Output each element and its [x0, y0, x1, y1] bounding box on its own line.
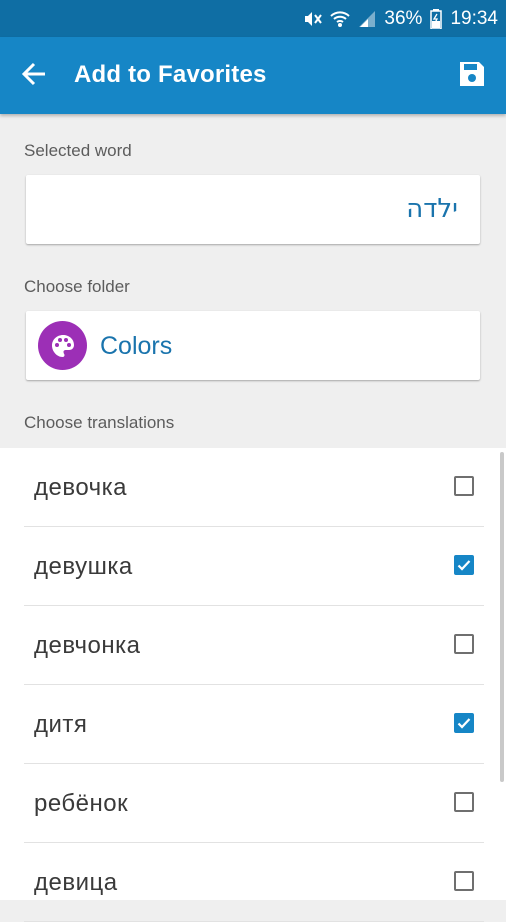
page-title: Add to Favorites [74, 61, 267, 88]
list-item[interactable]: девчонка [24, 606, 484, 685]
choose-folder-label: Choose folder [24, 277, 130, 296]
translation-checkbox[interactable] [454, 871, 474, 891]
list-item[interactable]: девушка [24, 527, 484, 606]
translation-text: дитя [34, 711, 88, 738]
translation-checkbox[interactable] [454, 634, 474, 654]
save-icon [459, 61, 485, 92]
folder-selector[interactable]: Colors [26, 311, 480, 380]
checkmark-icon [457, 718, 471, 729]
translation-checkbox[interactable] [454, 476, 474, 496]
signal-icon [358, 10, 376, 28]
translation-checkbox[interactable] [454, 555, 474, 575]
folder-name: Colors [100, 332, 173, 360]
selected-word-value: ילדה [406, 194, 458, 224]
battery-icon [430, 8, 443, 29]
translation-text: девица [34, 869, 118, 896]
wifi-icon [330, 9, 351, 29]
translation-text: девочка [34, 474, 128, 501]
translation-text: девушка [34, 553, 133, 580]
checkmark-icon [457, 560, 471, 571]
list-item[interactable]: дитя [24, 685, 484, 764]
translation-checkbox[interactable] [454, 713, 474, 733]
list-item[interactable]: девица [24, 843, 484, 922]
back-button[interactable] [16, 60, 52, 92]
battery-percent: 36% [384, 7, 423, 29]
translations-list: девочка девушка девчонка дитя ребёнок де… [0, 448, 506, 922]
scrollbar[interactable] [500, 452, 504, 782]
app-bar: Add to Favorites [0, 37, 506, 114]
translation-text: девчонка [34, 632, 141, 659]
status-bar: 36% 19:34 [0, 0, 506, 37]
translation-checkbox[interactable] [454, 792, 474, 812]
palette-icon [38, 321, 87, 370]
selected-word-field: ילדה [26, 175, 480, 244]
translation-text: ребёнок [34, 790, 129, 817]
selected-word-label: Selected word [24, 141, 132, 160]
arrow-back-icon [21, 61, 47, 92]
clock: 19:34 [450, 7, 498, 29]
save-button[interactable] [456, 60, 488, 92]
list-item[interactable]: девочка [24, 448, 484, 527]
mute-icon [302, 9, 323, 29]
choose-translations-label: Choose translations [24, 413, 175, 432]
list-item[interactable]: ребёнок [24, 764, 484, 843]
